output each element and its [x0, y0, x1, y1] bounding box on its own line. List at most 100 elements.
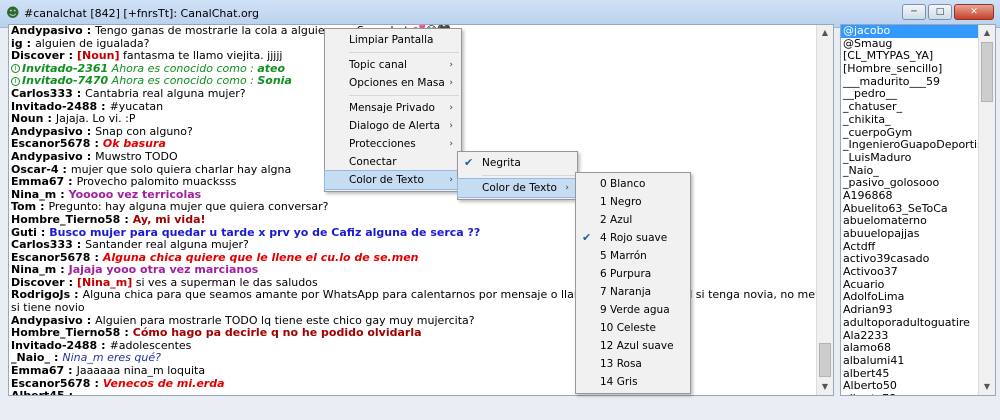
user-list-item[interactable]: adultoporadultoguatire	[841, 316, 995, 330]
chat-message: Cómo hago pa decirle q no he podido olvi…	[132, 326, 422, 340]
menu-item[interactable]: Mensaje Privado ›	[325, 99, 461, 117]
chat-nick[interactable]: Andypasivo	[11, 314, 83, 327]
user-list-item[interactable]: Adrian93	[841, 303, 995, 317]
menu-item[interactable]: 14 Gris	[576, 373, 690, 391]
chat-message: #adolescentes	[109, 338, 192, 352]
user-list-item[interactable]: abuuelopajjas	[841, 227, 995, 241]
chat-nick[interactable]: Carlos333	[11, 87, 73, 100]
chat-nick[interactable]: Andypasivo	[11, 25, 83, 37]
chat-nick[interactable]: Discover	[11, 276, 65, 289]
user-list-item[interactable]: albalumi41	[841, 354, 995, 368]
user-list-item[interactable]: [Hombre_sencillo]	[841, 62, 995, 76]
user-list[interactable]: @jacobo @Smaug [CL_MTYPAS_YA] [Hombre_senci…	[840, 24, 996, 396]
chat-nick[interactable]: _Naio_	[11, 351, 50, 365]
chat-nick[interactable]: Oscar-4	[11, 163, 59, 176]
menu-item[interactable]: Conectar	[325, 153, 461, 171]
chat-nick[interactable]: Invitado-2488	[11, 339, 97, 352]
chat-nick[interactable]: Andypasivo	[11, 125, 83, 138]
menu-item-label: Color de Texto	[349, 174, 424, 186]
user-list-item[interactable]: _LuisMaduro	[841, 151, 995, 165]
menu-item[interactable]: ✔ Negrita	[458, 154, 577, 172]
chat-nick[interactable]: Escanor5678	[11, 251, 90, 264]
menu-item[interactable]: 2 Azul	[576, 211, 690, 229]
scroll-up-arrow-icon[interactable]: ▲	[979, 25, 995, 41]
chat-nick[interactable]: Invitado-2361	[22, 62, 108, 75]
maximize-button[interactable]: □	[928, 4, 952, 20]
menu-item-label: 0 Blanco	[600, 178, 646, 190]
scroll-up-arrow-icon[interactable]: ▲	[817, 25, 833, 41]
menu-item[interactable]: ✔ 4 Rojo suave	[576, 229, 690, 247]
menu-item[interactable]: Topic canal ›	[325, 56, 461, 74]
chat-line[interactable]: RodrigoJs: Alguna chica para que seamos a…	[11, 288, 833, 302]
chat-scrollbar[interactable]: ▲ ▼	[816, 25, 833, 395]
chat-message: alguien de igualada?	[35, 36, 150, 50]
user-list-item[interactable]: alberto78	[841, 392, 995, 395]
menu-item[interactable]: Color de Texto ›	[457, 178, 578, 198]
menu-item[interactable]: 10 Celeste	[576, 319, 690, 337]
minimize-button[interactable]: ─	[902, 4, 926, 20]
menu-item[interactable]: 13 Rosa	[576, 355, 690, 373]
chat-nick[interactable]: Nina_m	[11, 263, 56, 276]
chat-message: Alguna chica quiere que le llene el cu.l…	[102, 250, 419, 264]
chat-nick[interactable]: Escanor5678	[11, 137, 90, 151]
chat-separator: :	[40, 225, 46, 239]
chat-nick[interactable]: Tom	[11, 200, 36, 214]
menu-item[interactable]: 1 Negro	[576, 193, 690, 211]
user-list-item[interactable]: A196868	[841, 189, 995, 203]
menu-item[interactable]: 12 Azul suave	[576, 337, 690, 355]
menu-item[interactable]: Opciones en Masa ›	[325, 74, 461, 92]
chat-nick[interactable]: Invitado-7470	[22, 74, 108, 88]
user-list-item[interactable]: _chatuser_	[841, 100, 995, 114]
chat-nick[interactable]: Emma67	[11, 364, 64, 377]
user-list-item[interactable]: _IngenieroGuapoDeportista	[841, 138, 995, 152]
chat-separator: :	[94, 137, 99, 151]
scroll-down-arrow-icon[interactable]: ▼	[817, 379, 833, 395]
chat-nick[interactable]: Invitado-2488	[11, 100, 97, 113]
user-list-scrollbar[interactable]: ▲ ▼	[978, 25, 995, 395]
chat-nick[interactable]: Albert45	[11, 389, 65, 395]
menu-item[interactable]: 9 Verde agua	[576, 301, 690, 319]
close-button[interactable]: ✕	[954, 4, 994, 20]
menu-item[interactable]: Limpiar Pantalla	[325, 31, 461, 49]
user-list-item[interactable]: Activoo37	[841, 265, 995, 279]
chat-nick[interactable]: RodrigoJs	[11, 288, 70, 302]
scroll-down-arrow-icon[interactable]: ▼	[979, 379, 995, 395]
chat-message: Pregunto: hay alguna mujer que quiera co…	[48, 200, 329, 214]
chat-separator: :	[68, 49, 73, 63]
menu-item[interactable]: 5 Marrón	[576, 247, 690, 265]
chat-nick[interactable]: ig	[11, 37, 23, 50]
chat-nick[interactable]: Carlos333	[11, 238, 73, 251]
chat-line[interactable]: Escanor5678: Venecos de mi.erda	[11, 376, 811, 391]
chat-nick[interactable]: Hombre_Tierno58	[11, 326, 120, 339]
menu-item[interactable]: Protecciones ›	[325, 135, 461, 153]
chat-nick[interactable]: Nina_m	[11, 188, 56, 201]
menu-item[interactable]: Dialogo de Alerta ›	[325, 117, 461, 135]
chat-nick[interactable]: Hombre_Tierno58	[11, 213, 120, 226]
user-list-item[interactable]: @jacobo	[841, 25, 995, 38]
menu-item[interactable]: 0 Blanco	[576, 175, 690, 193]
menu-item-label: 7 Naranja	[600, 286, 652, 298]
user-list-scroll-thumb[interactable]	[981, 42, 993, 102]
chat-separator: :	[124, 212, 129, 226]
chat-nick[interactable]: Discover	[11, 49, 65, 62]
chat-separator: :	[86, 313, 92, 327]
user-list-item[interactable]: _chikita_	[841, 113, 995, 127]
menu-item[interactable]: 6 Purpura	[576, 265, 690, 283]
chat-message: Venecos de mi.erda	[102, 376, 225, 390]
menu-item[interactable]: Color de Texto ›	[324, 170, 462, 190]
user-list-item[interactable]: alamo68	[841, 341, 995, 355]
chat-nick[interactable]: Escanor5678	[11, 377, 90, 390]
chat-new-nick: ateo	[257, 61, 286, 75]
chat-separator: :	[101, 99, 106, 113]
chat-nick[interactable]: Emma67	[11, 175, 64, 188]
chat-nick[interactable]: Noun	[11, 112, 43, 125]
chat-separator: :	[60, 263, 65, 277]
chat-message: fantasma te llamo viejita. jjjjj	[122, 49, 283, 63]
menu-separator	[349, 52, 459, 53]
chat-nick[interactable]: Guti	[11, 226, 37, 239]
chat-nick[interactable]: Andypasivo	[11, 150, 83, 163]
chat-message: #yucatan	[109, 99, 164, 113]
chat-line[interactable]: Albert45:	[11, 389, 811, 395]
menu-item[interactable]: 7 Naranja	[576, 283, 690, 301]
chat-scroll-thumb[interactable]	[819, 343, 831, 377]
